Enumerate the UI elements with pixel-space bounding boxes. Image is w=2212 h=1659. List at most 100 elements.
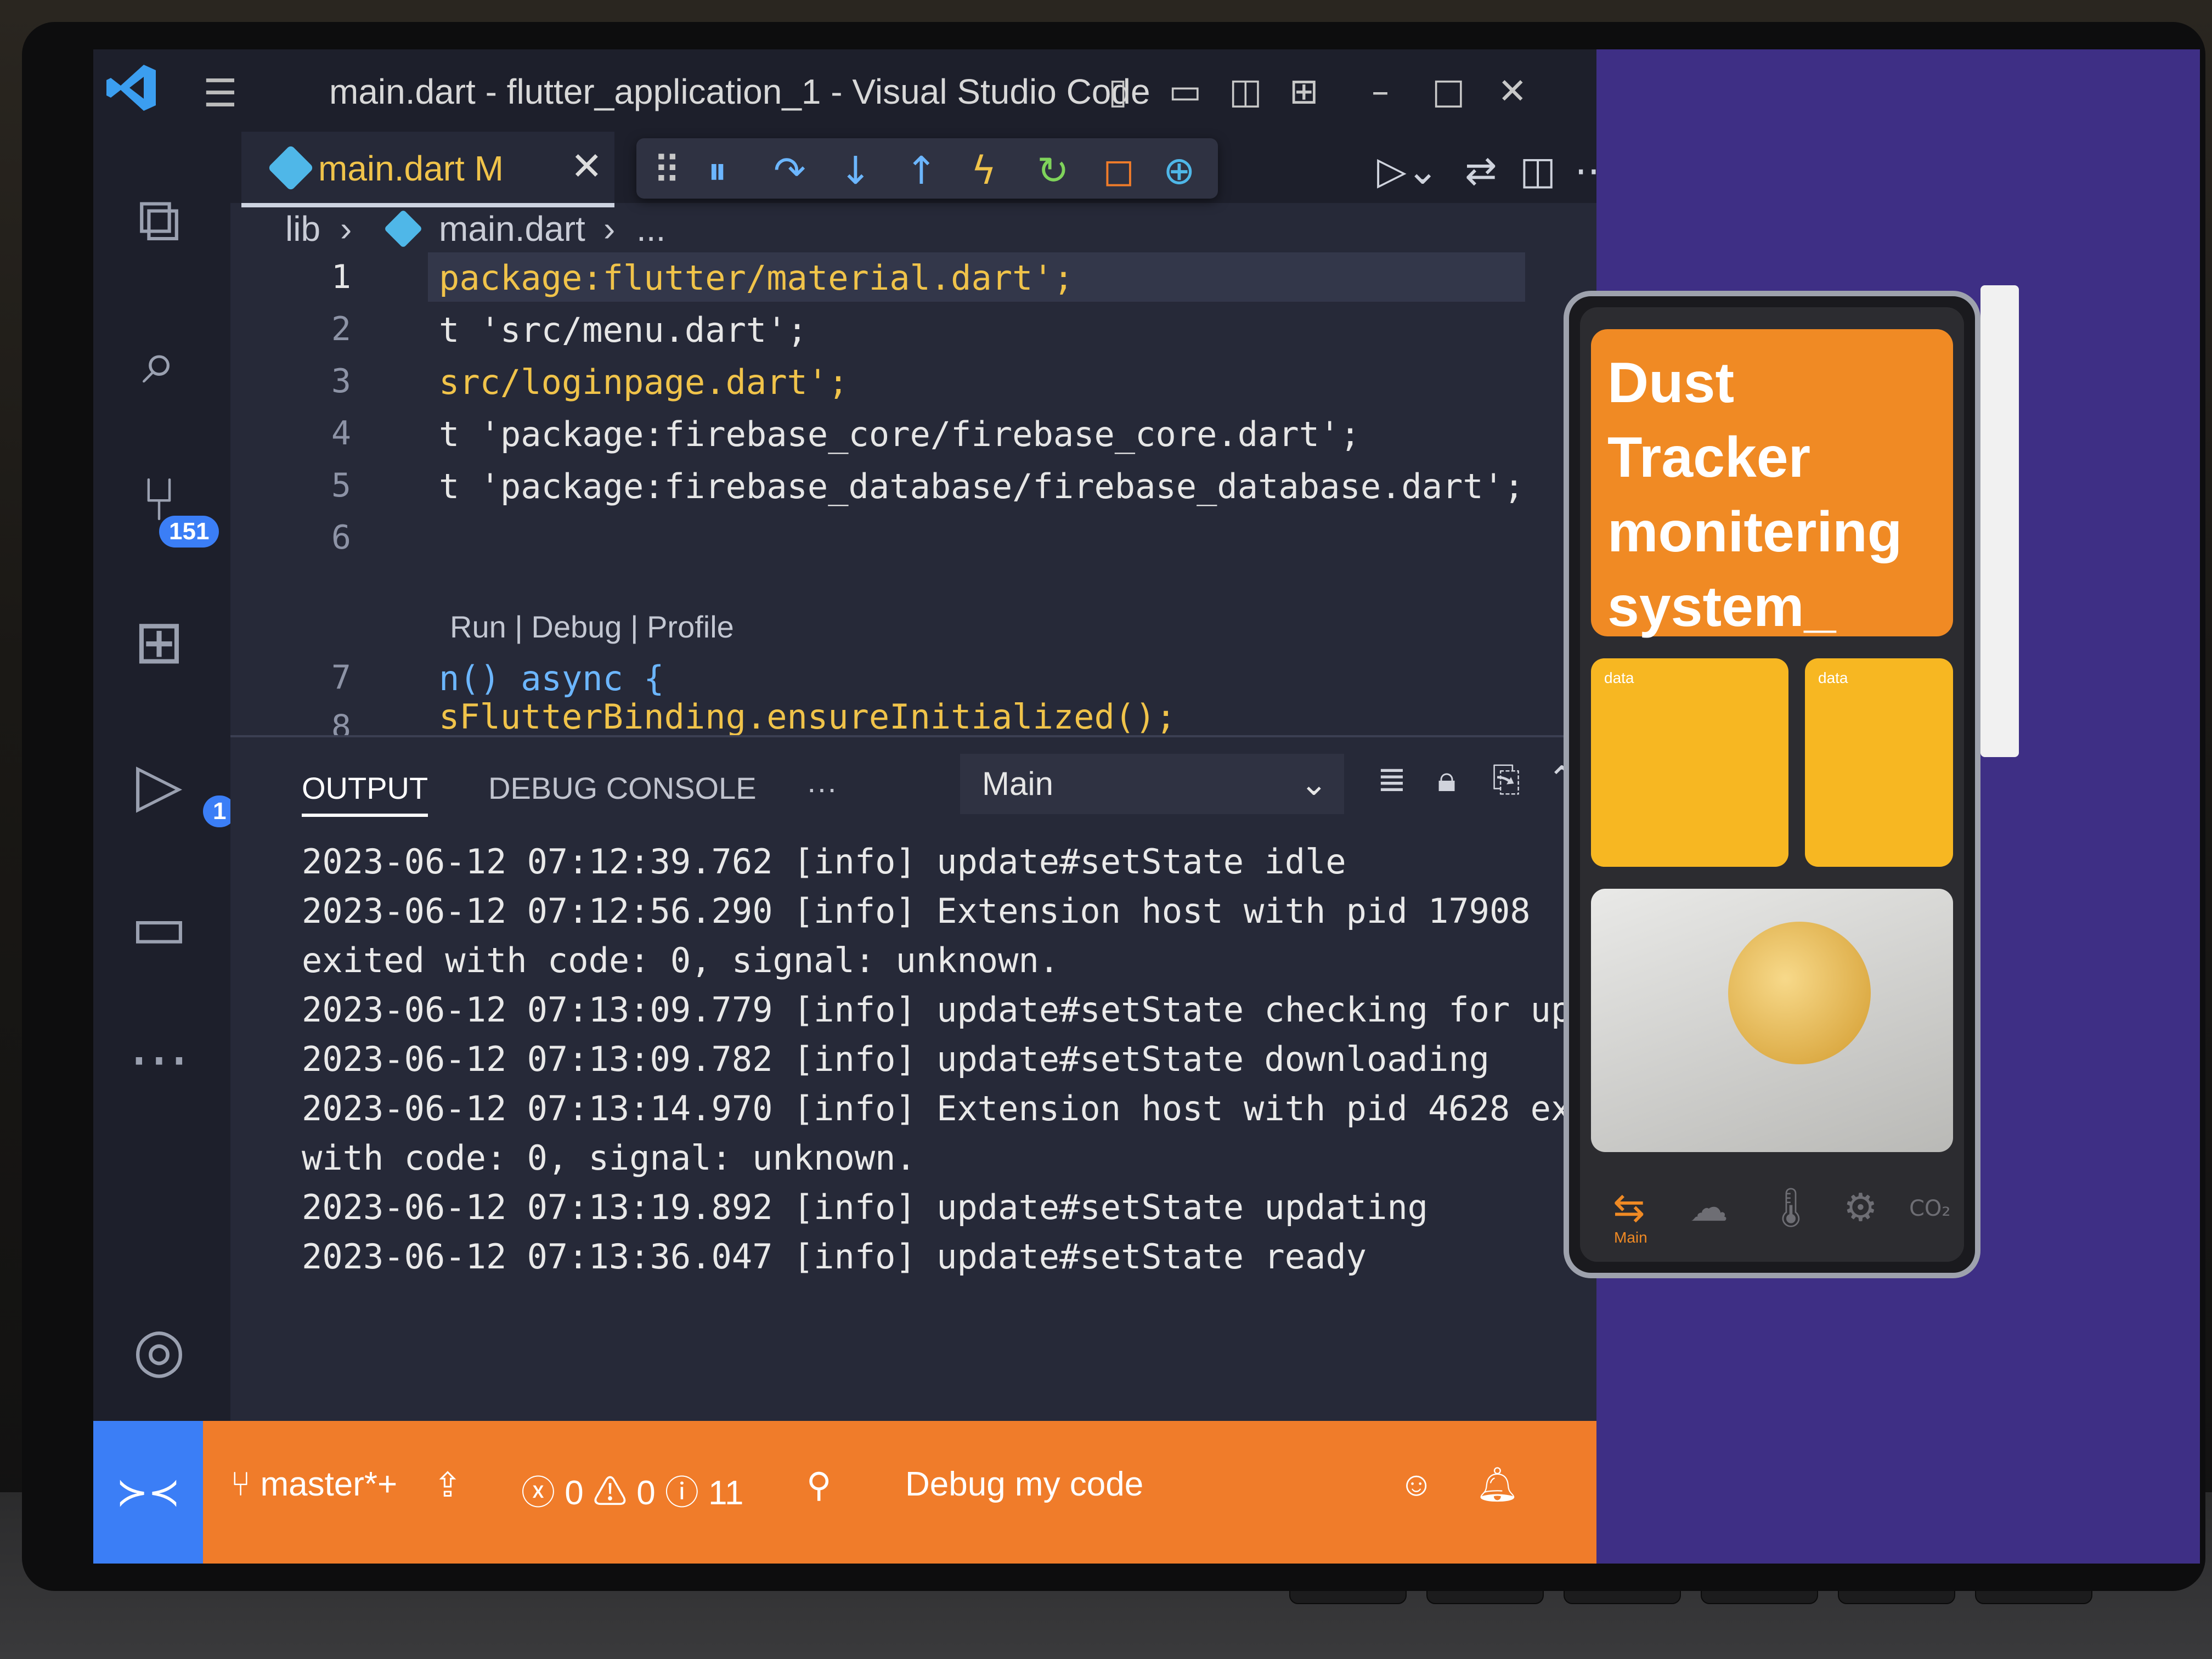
output-channel-value: Main bbox=[982, 765, 1054, 802]
toggle-panel-icon[interactable]: ▭ bbox=[1169, 71, 1201, 112]
warning-icon: ⚠ bbox=[592, 1474, 637, 1512]
info-count: 11 bbox=[708, 1474, 744, 1512]
tab-main-dart[interactable]: main.dart M ✕ bbox=[241, 132, 614, 207]
explorer-icon[interactable]: ⧉ bbox=[121, 181, 198, 258]
feedback-icon[interactable]: ☺ bbox=[1399, 1465, 1434, 1504]
breadcrumb-folder[interactable]: lib bbox=[285, 208, 320, 249]
settings-icon[interactable]: ⚙ bbox=[1843, 1185, 1878, 1230]
source-control-badge: 151 bbox=[159, 516, 219, 548]
data-card[interactable]: data bbox=[1591, 658, 1788, 867]
tab-debug-console[interactable]: DEBUG CONSOLE bbox=[488, 770, 757, 806]
minimize-icon[interactable]: – bbox=[1372, 71, 1389, 112]
accounts-icon[interactable]: ◎ bbox=[121, 1311, 198, 1388]
step-out-icon[interactable]: ↑ bbox=[905, 148, 938, 193]
title-bar: ☰ main.dart - flutter_application_1 - Vi… bbox=[93, 49, 1596, 132]
activity-bar: ⧉ ⌕ ⑂ 151 ⊞ ▷ 1 ▭ ⋯ ◎ ⚙ 1 bbox=[93, 132, 236, 1564]
error-count: 0 bbox=[565, 1474, 584, 1512]
chevron-right-icon: › bbox=[340, 209, 352, 249]
line-number: 2 bbox=[331, 310, 351, 348]
cloud-icon[interactable]: ☁ bbox=[1690, 1185, 1728, 1230]
maximize-icon[interactable]: □ bbox=[1432, 71, 1465, 112]
customize-layout-icon[interactable]: ⊞ bbox=[1289, 71, 1319, 112]
debug-my-code-toggle[interactable]: Debug my code bbox=[905, 1465, 1143, 1504]
android-emulator: Dust Tracker monitering system_ data dat… bbox=[1564, 291, 1980, 1278]
branch-indicator[interactable]: ⑂ master*+ bbox=[230, 1465, 397, 1504]
open-log-icon[interactable]: ⎘ bbox=[1492, 759, 1520, 800]
co2-icon[interactable]: CO₂ bbox=[1909, 1196, 1950, 1221]
phone-screen[interactable]: Dust Tracker monitering system_ data dat… bbox=[1580, 307, 1964, 1262]
dart-file-icon bbox=[383, 209, 423, 249]
log-line: 2023-06-12 07:13:19.892 [info] update#se… bbox=[302, 1187, 1428, 1227]
signpost-icon[interactable]: ⇆ bbox=[1613, 1185, 1645, 1230]
code-line[interactable]: t 'src/menu.dart'; bbox=[439, 310, 808, 350]
code-line[interactable]: t 'package:firebase_core/firebase_core.d… bbox=[439, 414, 1361, 454]
more-views-icon[interactable]: ⋯ bbox=[121, 1020, 198, 1097]
devtools-icon[interactable]: ⊕ bbox=[1163, 148, 1195, 193]
output-panel: OUTPUT DEBUG CONSOLE ··· Main ⌄ ≣ 🔒︎ ⎘ ⌃… bbox=[230, 735, 1674, 1423]
more-tabs-icon[interactable]: ··· bbox=[806, 770, 837, 806]
problems-indicator[interactable]: ⓧ 0 ⚠ 0 ⓘ 11 bbox=[521, 1465, 744, 1514]
code-editor[interactable]: 1 package:flutter/material.dart'; 2 t 's… bbox=[230, 252, 1596, 746]
pause-icon[interactable]: ⏸ bbox=[708, 148, 727, 194]
chevron-down-icon: ⌄ bbox=[1300, 765, 1328, 802]
hot-reload-icon[interactable]: ϟ bbox=[971, 148, 996, 193]
lamp-photo bbox=[1591, 889, 1953, 1152]
codelens-run-debug-profile[interactable]: Run | Debug | Profile bbox=[450, 609, 734, 645]
remote-indicator-icon[interactable]: ≻≺ bbox=[93, 1421, 203, 1564]
status-bar: ≻≺ ⑂ master*+ ⇪ ⓧ 0 ⚠ 0 ⓘ 11 ⚲ Debug my … bbox=[93, 1421, 1596, 1564]
code-line[interactable]: sFlutterBinding.ensureInitialized(); bbox=[439, 697, 1176, 737]
sync-icon[interactable]: ⇪ bbox=[433, 1465, 462, 1505]
debug-icon: ⚲ bbox=[806, 1466, 832, 1504]
thermometer-icon[interactable]: 🌡︎ bbox=[1767, 1185, 1815, 1231]
step-over-icon[interactable]: ↷ bbox=[774, 148, 806, 193]
data-card[interactable]: data bbox=[1805, 658, 1953, 867]
dart-file-icon bbox=[267, 144, 314, 191]
tab-output[interactable]: OUTPUT bbox=[302, 770, 428, 817]
line-number: 6 bbox=[331, 518, 351, 557]
drag-handle-icon[interactable]: ⠿ bbox=[653, 148, 681, 193]
hamburger-menu-icon[interactable]: ☰ bbox=[203, 74, 258, 112]
breadcrumb-file[interactable]: main.dart bbox=[439, 208, 585, 249]
line-number: 5 bbox=[331, 466, 351, 505]
code-line[interactable]: t 'package:firebase_database/firebase_da… bbox=[439, 466, 1524, 506]
output-channel-select[interactable]: Main ⌄ bbox=[960, 754, 1344, 814]
run-debug-dropdown-icon[interactable]: ▷⌄ bbox=[1377, 148, 1439, 193]
remote-explorer-icon[interactable]: ▭ bbox=[121, 889, 198, 966]
breadcrumb: lib › main.dart › ... bbox=[230, 203, 1596, 252]
code-line[interactable]: package:flutter/material.dart'; bbox=[439, 258, 1074, 298]
compare-icon[interactable]: ⇄ bbox=[1465, 148, 1497, 193]
code-line[interactable]: src/loginpage.dart'; bbox=[439, 362, 849, 402]
breadcrumb-more[interactable]: ... bbox=[636, 208, 665, 249]
log-line: exited with code: 0, signal: unknown. bbox=[302, 940, 1060, 980]
error-icon: ⓧ bbox=[521, 1474, 565, 1512]
stop-icon[interactable]: ◻ bbox=[1103, 148, 1135, 193]
log-line: 2023-06-12 07:12:56.290 [info] Extension… bbox=[302, 891, 1531, 931]
code-line[interactable]: n() async { bbox=[439, 658, 664, 698]
debug-toolbar: ⠿ ⏸ ↷ ↓ ↑ ϟ ↻ ◻ ⊕ bbox=[636, 138, 1218, 199]
close-icon[interactable]: ✕ bbox=[571, 144, 603, 189]
warning-count: 0 bbox=[636, 1474, 656, 1512]
emulator-side-toolbar[interactable] bbox=[1980, 285, 2019, 757]
vscode-logo-icon bbox=[106, 65, 156, 111]
step-into-icon[interactable]: ↓ bbox=[839, 148, 872, 193]
restart-icon[interactable]: ↻ bbox=[1037, 148, 1069, 193]
search-icon[interactable]: ⌕ bbox=[121, 324, 198, 400]
branch-name: master*+ bbox=[260, 1465, 398, 1503]
window-title: main.dart - flutter_application_1 - Visu… bbox=[329, 72, 1150, 111]
clear-output-icon[interactable]: ≣ bbox=[1377, 759, 1407, 800]
toggle-secondary-sidebar-icon[interactable]: ◫ bbox=[1229, 71, 1262, 112]
card-label: data bbox=[1604, 669, 1634, 686]
close-window-icon[interactable]: ✕ bbox=[1498, 71, 1527, 112]
lock-scroll-icon[interactable]: 🔒︎ bbox=[1437, 759, 1456, 800]
split-editor-icon[interactable]: ◫ bbox=[1520, 148, 1556, 193]
run-debug-icon[interactable]: ▷ bbox=[121, 746, 198, 823]
tab-label: main.dart M bbox=[318, 149, 504, 188]
nav-main-label: Main bbox=[1614, 1229, 1647, 1246]
extensions-icon[interactable]: ⊞ bbox=[121, 603, 198, 680]
notifications-bell-icon[interactable]: 🔔︎ bbox=[1476, 1465, 1519, 1505]
editor-tab-bar: main.dart M ✕ ⠿ ⏸ ↷ ↓ ↑ ϟ ↻ ◻ ⊕ ▷⌄ ⇄ ◫ ⋯ bbox=[230, 132, 1613, 207]
log-line: 2023-06-12 07:13:14.970 [info] Extension… bbox=[302, 1088, 1654, 1128]
toggle-sidebar-icon[interactable]: ▯ bbox=[1108, 71, 1127, 112]
card-label: data bbox=[1818, 669, 1848, 686]
vscode-window: ☰ main.dart - flutter_application_1 - Vi… bbox=[93, 49, 1674, 1564]
